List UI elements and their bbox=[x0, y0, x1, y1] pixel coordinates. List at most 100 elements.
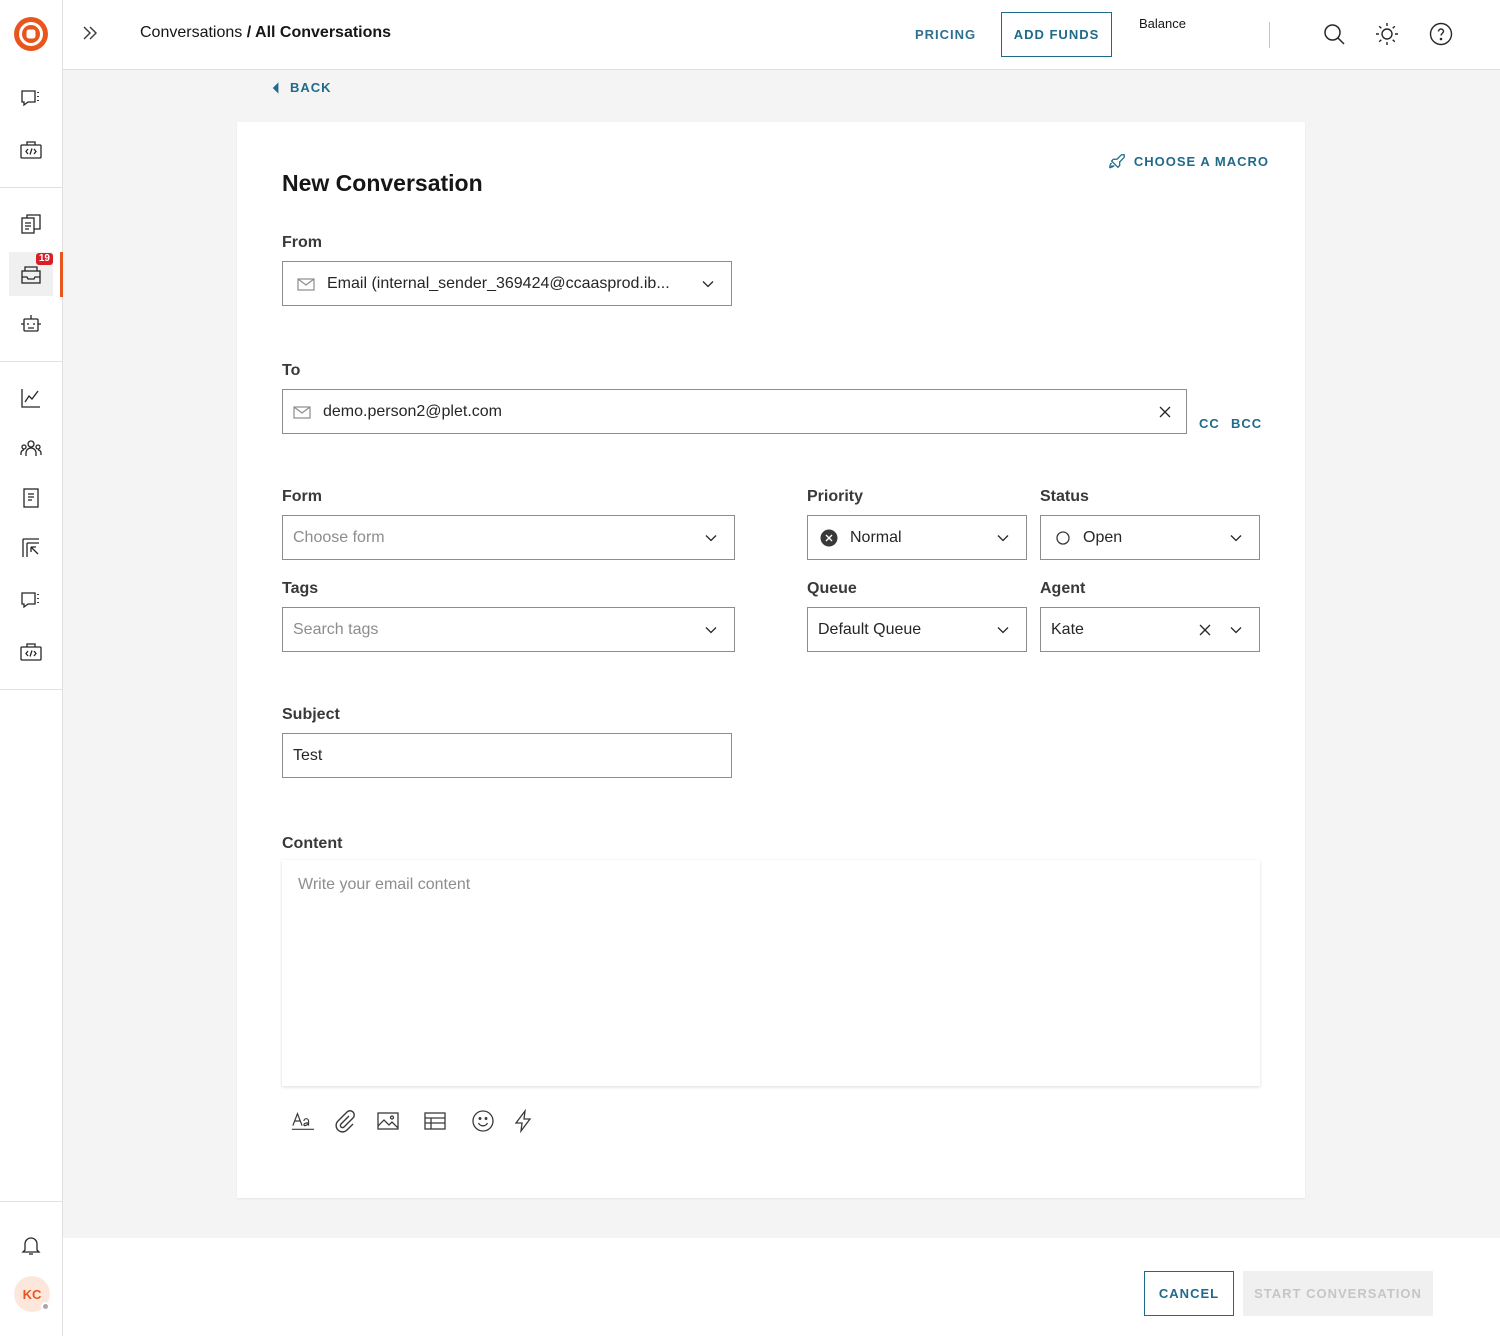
chevron-down-icon bbox=[1230, 535, 1242, 542]
bot-icon bbox=[21, 315, 41, 332]
subject-label: Subject bbox=[282, 706, 340, 723]
agent-label: Agent bbox=[1040, 580, 1086, 597]
help-button[interactable] bbox=[1429, 22, 1453, 46]
page-title: New Conversation bbox=[282, 170, 483, 196]
copy-document-icon bbox=[21, 214, 41, 234]
emoji-button[interactable] bbox=[469, 1107, 497, 1135]
agent-value: Kate bbox=[1051, 620, 1084, 638]
topbar-divider bbox=[1269, 22, 1270, 48]
sidebar-item-conversations[interactable]: 19 bbox=[9, 252, 53, 296]
chevron-down-icon bbox=[997, 627, 1009, 634]
cancel-button[interactable]: CANCEL bbox=[1144, 1271, 1234, 1316]
chart-line-icon bbox=[21, 389, 40, 408]
queue-select[interactable]: Default Queue bbox=[807, 607, 1027, 652]
back-link[interactable]: BACK bbox=[272, 80, 332, 95]
form-select[interactable]: Choose form bbox=[282, 515, 735, 560]
chevron-down-icon bbox=[705, 627, 717, 634]
macro-label: CHOOSE A MACRO bbox=[1133, 153, 1269, 169]
sidebar-item-analytics[interactable] bbox=[9, 376, 53, 420]
double-chevron-right-icon bbox=[83, 26, 97, 40]
sidebar-item-notifications[interactable] bbox=[9, 1223, 53, 1267]
bcc-button[interactable]: BCC bbox=[1231, 416, 1262, 431]
balance-label: Balance bbox=[1139, 16, 1186, 31]
priority-label: Priority bbox=[807, 488, 864, 505]
clear-icon[interactable] bbox=[1158, 405, 1172, 419]
attach-button[interactable] bbox=[331, 1107, 359, 1135]
sidebar-item-campaigns[interactable] bbox=[9, 526, 53, 570]
status-label: Status bbox=[1040, 488, 1089, 505]
email-icon bbox=[297, 277, 315, 291]
code-toolbox-icon bbox=[20, 141, 42, 159]
expand-sidebar-button[interactable] bbox=[79, 22, 101, 44]
search-button[interactable] bbox=[1322, 22, 1346, 46]
form-placeholder: Choose form bbox=[293, 528, 385, 546]
sidebar-item-reports[interactable] bbox=[9, 476, 53, 520]
back-label: BACK bbox=[290, 80, 332, 95]
caret-left-icon bbox=[272, 81, 279, 94]
search-icon bbox=[1324, 24, 1345, 45]
insert-table-button[interactable] bbox=[421, 1107, 449, 1135]
from-select[interactable]: Email (internal_sender_369424@ccaasprod.… bbox=[282, 261, 732, 306]
priority-normal-icon bbox=[820, 529, 838, 546]
bell-icon bbox=[21, 1237, 41, 1255]
priority-select[interactable]: Normal bbox=[807, 515, 1027, 560]
tags-select[interactable]: Search tags bbox=[282, 607, 735, 652]
subject-value: Test bbox=[293, 746, 323, 764]
insert-image-button[interactable] bbox=[374, 1107, 402, 1135]
to-label: To bbox=[282, 362, 301, 379]
form-label: Form bbox=[282, 488, 322, 505]
sidebar-item-integrations[interactable] bbox=[9, 630, 53, 674]
breadcrumb-current: All Conversations bbox=[255, 24, 392, 41]
agent-select[interactable]: Kate bbox=[1040, 607, 1260, 652]
to-input[interactable]: demo.person2@plet.com bbox=[282, 389, 1187, 434]
text-format-button[interactable] bbox=[289, 1107, 317, 1135]
start-conversation-button[interactable]: START CONVERSATION bbox=[1243, 1271, 1433, 1316]
rocket-icon bbox=[1109, 154, 1125, 169]
choose-macro-button[interactable]: CHOOSE A MACRO bbox=[1108, 152, 1269, 170]
subject-input[interactable]: Test bbox=[282, 733, 732, 778]
sidebar-item-developer[interactable] bbox=[9, 128, 53, 172]
sidebar: 19 KC bbox=[0, 0, 63, 1336]
paperclip-icon bbox=[335, 1110, 355, 1133]
quick-reply-button[interactable] bbox=[509, 1107, 537, 1135]
theme-toggle-button[interactable] bbox=[1375, 22, 1399, 46]
status-select[interactable]: Open bbox=[1040, 515, 1260, 560]
status-value: Open bbox=[1083, 528, 1123, 546]
from-value: Email (internal_sender_369424@ccaasprod.… bbox=[327, 274, 670, 292]
sidebar-item-knowledge[interactable] bbox=[9, 202, 53, 246]
unread-badge: 19 bbox=[35, 253, 53, 265]
breadcrumb: Conversations / All Conversations bbox=[140, 24, 391, 42]
content-editor[interactable]: Write your email content bbox=[282, 860, 1260, 1086]
sidebar-divider bbox=[0, 361, 62, 362]
layout-icon bbox=[22, 538, 39, 557]
top-bar: Conversations / All Conversations PRICIN… bbox=[63, 0, 1500, 70]
chevron-down-icon bbox=[997, 535, 1009, 542]
queue-label: Queue bbox=[807, 580, 857, 597]
clear-icon[interactable] bbox=[1198, 623, 1212, 637]
cc-button[interactable]: CC bbox=[1199, 416, 1220, 431]
breadcrumb-separator: / bbox=[242, 24, 256, 41]
app-logo[interactable] bbox=[13, 16, 49, 52]
help-icon bbox=[1429, 22, 1453, 46]
image-icon bbox=[377, 1112, 399, 1130]
pricing-link[interactable]: PRICING bbox=[915, 27, 976, 42]
presence-indicator bbox=[41, 1302, 50, 1311]
sidebar-item-messages[interactable] bbox=[9, 579, 53, 623]
tags-label: Tags bbox=[282, 580, 319, 597]
tags-placeholder: Search tags bbox=[293, 620, 379, 638]
sidebar-item-contacts[interactable] bbox=[9, 426, 53, 470]
sidebar-divider bbox=[0, 689, 62, 690]
priority-value: Normal bbox=[850, 528, 902, 546]
chevron-down-icon bbox=[702, 281, 714, 288]
sidebar-item-chat[interactable] bbox=[9, 77, 53, 121]
lightning-icon bbox=[514, 1109, 532, 1133]
sidebar-item-bots[interactable] bbox=[9, 302, 53, 346]
content-placeholder: Write your email content bbox=[298, 876, 471, 893]
chevron-down-icon bbox=[705, 535, 717, 542]
new-conversation-card: CHOOSE A MACRO New Conversation From Ema… bbox=[237, 122, 1305, 1198]
to-value: demo.person2@plet.com bbox=[323, 402, 502, 420]
breadcrumb-parent[interactable]: Conversations bbox=[140, 24, 242, 41]
sun-icon bbox=[1376, 23, 1398, 45]
add-funds-button[interactable]: ADD FUNDS bbox=[1001, 12, 1112, 57]
queue-value: Default Queue bbox=[818, 620, 922, 638]
